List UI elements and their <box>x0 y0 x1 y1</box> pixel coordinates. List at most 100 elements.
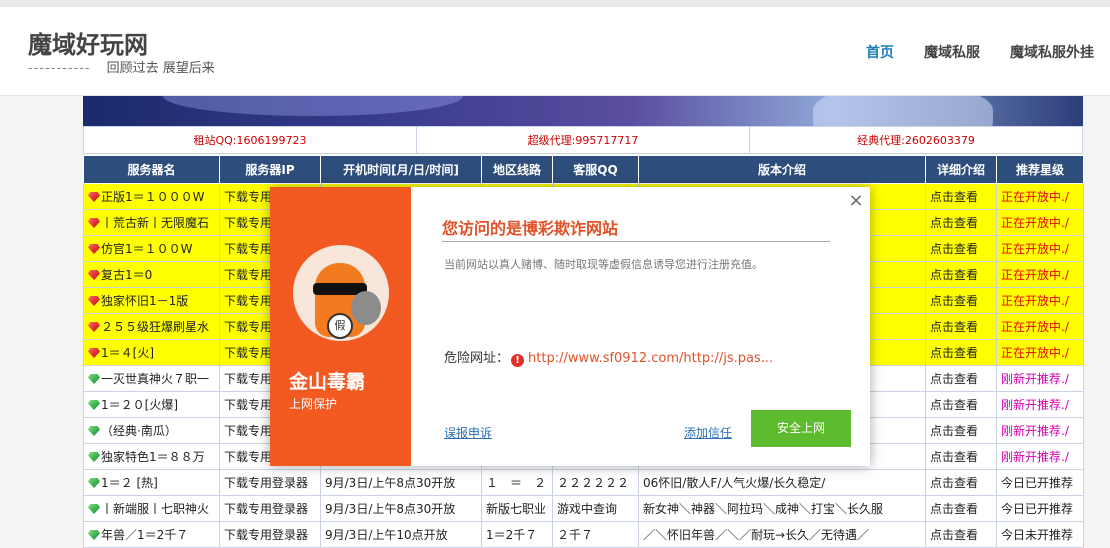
server-name-cell[interactable]: 仿官1＝１００W <box>83 235 220 262</box>
dangerous-url-row: 危险网址：! http://www.sf0912.com/http://js.pa… <box>444 347 773 367</box>
contact-bar: 租站QQ:1606199723 超级代理:995717717 经典代理:2602… <box>83 126 1083 154</box>
version-intro-cell: ／＼怀旧年兽／＼／耐玩→长久／无待遇／ <box>638 521 926 548</box>
add-trust-link[interactable]: 添加信任 <box>684 424 732 441</box>
detail-link[interactable]: 点击查看 <box>925 209 997 236</box>
server-name-cell[interactable]: 独家特色1＝８８万 <box>83 443 220 470</box>
rating-cell: 正在开放中./ <box>996 261 1084 288</box>
open-time-cell: 9月/3日/上午8点30开放 <box>320 469 482 496</box>
server-name-cell[interactable]: ２５５级狂爆刷星水 <box>83 313 220 340</box>
table-header-row: 服务器名 服务器IP 开机时间[月/日/时间] 地区线路 客服QQ 版本介绍 详… <box>83 155 1084 184</box>
server-name-text: 年兽／1＝2千７ <box>101 528 189 542</box>
detail-link[interactable]: 点击查看 <box>925 313 997 340</box>
server-name-cell[interactable]: 独家怀旧1－1版 <box>83 287 220 314</box>
warning-description: 当前网站以真人赌博、随时取现等虚假信息诱导您进行注册充值。 <box>444 258 763 271</box>
version-intro-cell: 06怀旧/散人F/人气火爆/长久稳定/ <box>638 469 926 496</box>
rating-cell: 刚新开推荐./ <box>996 443 1084 470</box>
gem-icon <box>88 400 100 410</box>
service-qq-cell: ２千７ <box>552 521 639 548</box>
rating-cell: 正在开放中./ <box>996 313 1084 340</box>
col-server-ip: 服务器IP <box>219 155 321 184</box>
detail-link[interactable]: 点击查看 <box>925 261 997 288</box>
gem-icon <box>88 504 100 514</box>
server-name-text: 独家怀旧1－1版 <box>101 294 189 308</box>
server-name-cell[interactable]: 1＝２ [热] <box>83 469 220 496</box>
gem-icon <box>88 192 100 202</box>
col-detail: 详细介绍 <box>925 155 997 184</box>
detail-link[interactable]: 点击查看 <box>925 495 997 522</box>
server-name-cell[interactable]: 1＝２０[火爆] <box>83 391 220 418</box>
open-time-cell: 9月/3日/上午8点30开放 <box>320 495 482 522</box>
detail-link[interactable]: 点击查看 <box>925 365 997 392</box>
detail-link[interactable]: 点击查看 <box>925 443 997 470</box>
server-name-text: 丨新端服丨七职神火 <box>101 502 210 516</box>
gem-icon <box>88 530 100 540</box>
detail-link[interactable]: 点击查看 <box>925 417 997 444</box>
server-name-text: ２５５级狂爆刷星水 <box>101 320 210 334</box>
table-row: 丨新端服丨七职神火 下载专用登录器 9月/3日/上午8点30开放 新版七职业 游戏中查询… <box>83 495 1084 522</box>
report-false-positive-link[interactable]: 误报申诉 <box>444 424 492 441</box>
contact-rent: 租站QQ:1606199723 <box>84 127 417 153</box>
server-name-cell[interactable]: （经典·南瓜） <box>83 417 220 444</box>
detail-link[interactable]: 点击查看 <box>925 339 997 366</box>
warning-title: 您访问的是博彩欺诈网站 <box>442 219 619 238</box>
gem-icon <box>88 218 100 228</box>
detail-link[interactable]: 点击查看 <box>925 287 997 314</box>
server-name-cell[interactable]: 丨新端服丨七职神火 <box>83 495 220 522</box>
thief-mascot-icon: 假 <box>293 245 389 341</box>
gem-icon <box>88 374 100 384</box>
rating-cell: 正在开放中./ <box>996 235 1084 262</box>
title-divider <box>442 241 830 242</box>
detail-link[interactable]: 点击查看 <box>925 183 997 210</box>
site-header: 魔域好玩网 ----------- 回顾过去 展望后来 首页 魔域私服 魔域私服外… <box>0 7 1110 96</box>
nav-home[interactable]: 首页 <box>866 42 894 62</box>
gem-icon <box>88 348 100 358</box>
server-name-cell[interactable]: 丨荒古新丨无限魔石 <box>83 209 220 236</box>
server-name-text: 丨荒古新丨无限魔石 <box>101 216 210 230</box>
server-name-cell[interactable]: 复古1＝0 <box>83 261 220 288</box>
server-name-text: 仿官1＝１００W <box>101 242 193 256</box>
server-name-text: 1＝２０[火爆] <box>101 398 178 412</box>
rating-cell: 今日未开推荐 <box>996 521 1084 548</box>
col-service-qq: 客服QQ <box>552 155 639 184</box>
server-name-text: 正版1＝１０００W <box>101 190 205 204</box>
server-name-cell[interactable]: 一灭世真神火７职一 <box>83 365 220 392</box>
banner-image[interactable] <box>83 96 1083 126</box>
gem-icon <box>88 270 100 280</box>
contact-super-agent: 超级代理:995717717 <box>417 127 750 153</box>
rating-cell: 今日已开推荐 <box>996 495 1084 522</box>
safe-browse-button[interactable]: 安全上网 <box>751 410 851 447</box>
server-name-text: （经典·南瓜） <box>101 424 177 438</box>
dangerous-url: http://www.sf0912.com/http://js.pas... <box>528 351 774 366</box>
banner-glow <box>163 96 463 116</box>
detail-link[interactable]: 点击查看 <box>925 469 997 496</box>
region-cell: 1＝2千７ <box>481 521 553 548</box>
server-ip-cell[interactable]: 下载专用登录器 <box>219 495 321 522</box>
open-time-cell: 9月/3日/上午10点开放 <box>320 521 482 548</box>
rating-cell: 今日已开推荐 <box>996 469 1084 496</box>
detail-link[interactable]: 点击查看 <box>925 521 997 548</box>
server-ip-cell[interactable]: 下载专用登录器 <box>219 469 321 496</box>
detail-link[interactable]: 点击查看 <box>925 235 997 262</box>
server-name-text: 1＝２ [热] <box>101 476 158 490</box>
server-ip-cell[interactable]: 下载专用登录器 <box>219 521 321 548</box>
nav-private-servers[interactable]: 魔域私服 <box>924 42 980 62</box>
rating-cell: 刚新开推荐./ <box>996 391 1084 418</box>
server-name-cell[interactable]: 正版1＝１０００W <box>83 183 220 210</box>
col-open-time: 开机时间[月/日/时间] <box>320 155 482 184</box>
region-cell: １ ＝ ２ <box>481 469 553 496</box>
nav-server-plugins[interactable]: 魔域私服外挂 <box>1010 42 1094 62</box>
detail-link[interactable]: 点击查看 <box>925 391 997 418</box>
col-version-intro: 版本介绍 <box>638 155 926 184</box>
region-cell: 新版七职业 <box>481 495 553 522</box>
site-title[interactable]: 魔域好玩网 <box>28 25 148 60</box>
service-qq-cell: 游戏中查询 <box>552 495 639 522</box>
site-subtitle: ----------- 回顾过去 展望后来 <box>28 57 215 76</box>
gem-icon <box>88 426 100 436</box>
service-qq-cell: ２２２２２２ <box>552 469 639 496</box>
server-name-cell[interactable]: 年兽／1＝2千７ <box>83 521 220 548</box>
close-icon[interactable]: × <box>847 192 865 210</box>
server-name-cell[interactable]: 1＝４[火] <box>83 339 220 366</box>
subtitle-dash: ----------- <box>28 61 91 76</box>
rating-cell: 正在开放中./ <box>996 287 1084 314</box>
mascot-bag <box>351 291 381 325</box>
